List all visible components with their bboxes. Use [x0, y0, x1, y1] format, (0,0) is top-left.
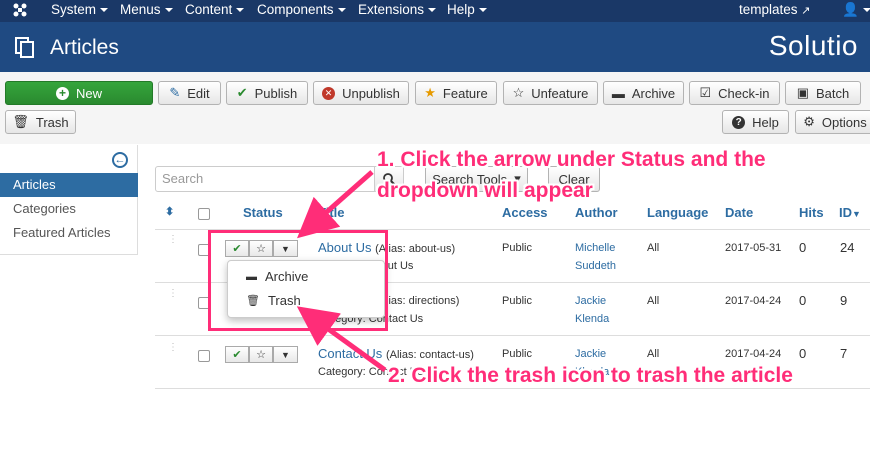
annotation-step1-line2: dropdown will appear [377, 179, 593, 202]
arrow-to-dropdown-toggle [297, 170, 374, 239]
annotation-step1-line1: 1. Click the arrow under Status and the [377, 148, 766, 171]
arrow-to-trash-item [296, 306, 387, 373]
annotation-step2: 2. Click the trash icon to trash the art… [388, 364, 793, 387]
